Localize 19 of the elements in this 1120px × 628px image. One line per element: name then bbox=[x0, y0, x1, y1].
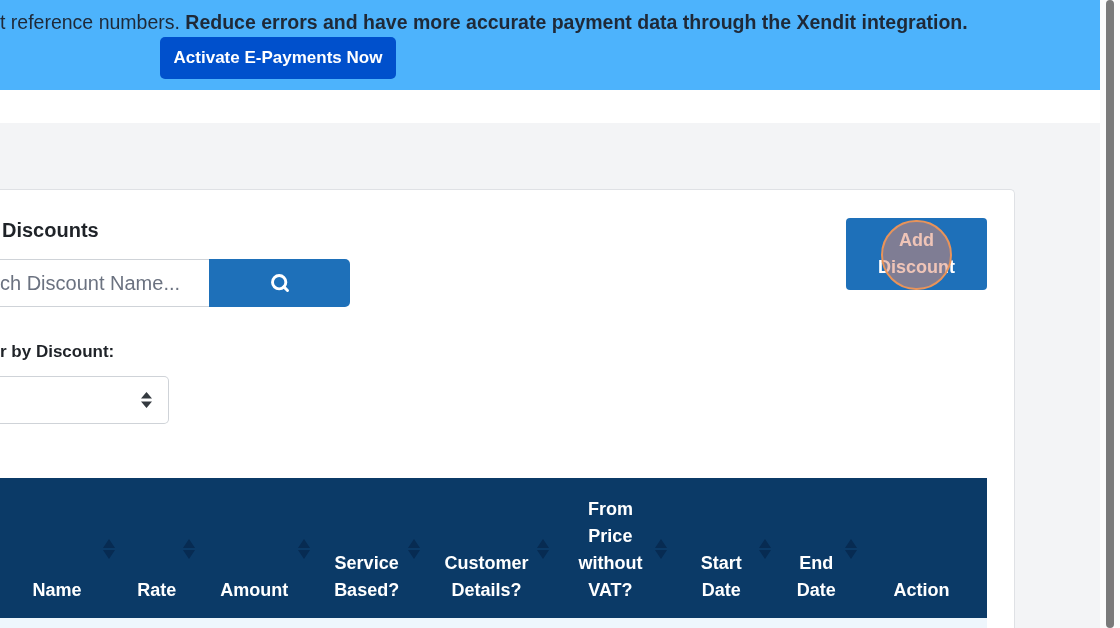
column-header: Action bbox=[893, 579, 950, 602]
column-header[interactable]: Start Date bbox=[700, 550, 742, 604]
column-header[interactable]: From Price without VAT? bbox=[578, 496, 643, 604]
column-header[interactable]: Service Based? bbox=[334, 550, 400, 604]
search-field[interactable]: ch Discount Name... bbox=[0, 259, 209, 307]
banner-text: t reference numbers. Reduce errors and have more accurate payment data through the Xendit integration. bbox=[0, 10, 968, 34]
column-header[interactable]: Name bbox=[32, 577, 82, 604]
filter-select[interactable] bbox=[0, 376, 169, 424]
up-down-caret-icon bbox=[141, 392, 152, 408]
filter-label: r by Discount: bbox=[0, 341, 115, 363]
search-icon bbox=[269, 273, 290, 293]
column-header[interactable]: Rate bbox=[137, 577, 177, 604]
column-header[interactable]: Customer Details? bbox=[444, 550, 529, 604]
search-button[interactable] bbox=[209, 259, 350, 307]
column-header[interactable]: End Date bbox=[796, 550, 836, 604]
page-title: Discounts bbox=[1, 218, 99, 242]
activate-e-payments-button[interactable]: Activate E-Payments Now bbox=[160, 37, 396, 79]
column-header[interactable]: Amount bbox=[220, 577, 289, 604]
scrollbar-thumb[interactable] bbox=[1106, 0, 1114, 628]
